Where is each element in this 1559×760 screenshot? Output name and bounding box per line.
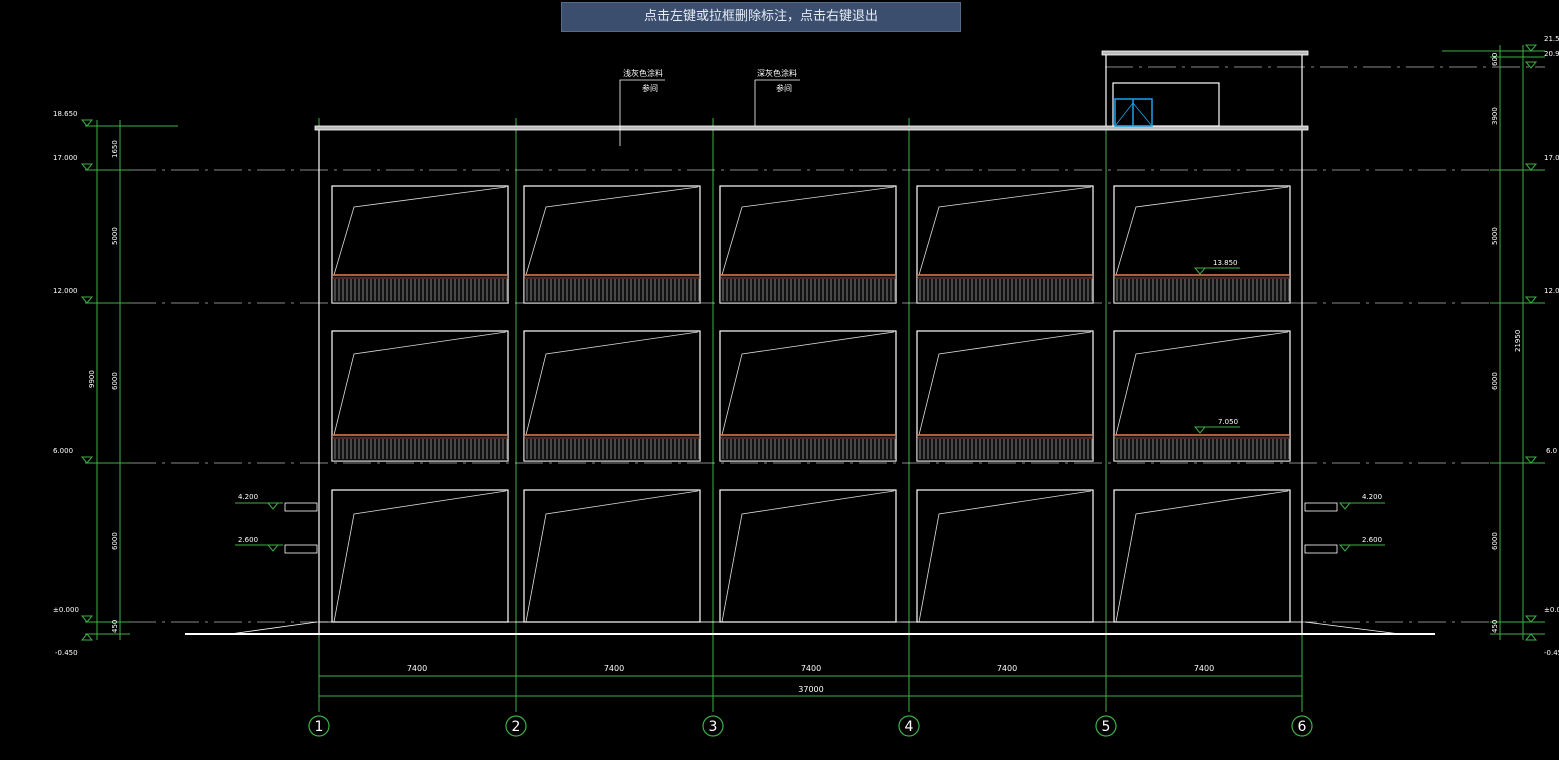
step-level-4200-left: 4.200 <box>238 493 258 501</box>
railing <box>1113 434 1291 462</box>
bay-panels <box>331 185 1291 623</box>
window-opening <box>523 489 701 623</box>
material-notes: 浅灰色涂料 参间 深灰色涂料 参间 <box>619 68 800 146</box>
window-opening <box>916 489 1094 623</box>
sash-line <box>333 331 507 436</box>
right-elev-0000: ±0.00 <box>1544 606 1559 614</box>
left-floor-height-labels: 1650 5000 6000 6000 450 9900 <box>88 140 119 633</box>
right-elev-minus0450: -0.45 <box>1544 649 1559 657</box>
left-elev-minus0450: -0.450 <box>55 649 78 657</box>
left-elev-12000: 12.000 <box>53 287 78 295</box>
sash-line <box>918 331 1092 436</box>
sash-line <box>918 490 1092 623</box>
railing <box>1113 274 1291 304</box>
right-fh-6000a: 6000 <box>1491 372 1499 390</box>
left-elevation-labels: 18.650 17.000 12.000 6.000 ±0.000 -0.450… <box>53 110 258 657</box>
railing <box>719 274 897 304</box>
axis-label-4: 4 <box>905 719 914 735</box>
axis-label-3: 3 <box>709 719 718 735</box>
railing <box>331 274 509 304</box>
note-1-line2: 参间 <box>642 83 658 93</box>
bay-dim-2: 7400 <box>604 664 624 673</box>
bay-dim-3: 7400 <box>801 664 821 673</box>
right-fh-450: 450 <box>1491 620 1499 633</box>
note-2-line1: 深灰色涂料 <box>757 68 797 78</box>
sash-line <box>721 490 895 623</box>
sash-line <box>1115 490 1289 623</box>
railing <box>523 274 701 304</box>
window-opening <box>719 489 897 623</box>
step-level-2600-left: 2.600 <box>238 536 258 544</box>
left-fh-1650: 1650 <box>111 140 119 158</box>
railing <box>916 274 1094 304</box>
step-level-2600-right: 2.600 <box>1362 536 1382 544</box>
bay-dim-4: 7400 <box>997 664 1017 673</box>
left-elev-0000: ±0.000 <box>53 606 79 614</box>
right-elev-20900: 20.90 <box>1544 50 1559 58</box>
right-elev-21500: 21.50 <box>1544 35 1559 43</box>
canopy-level-7050: 7.050 <box>1218 418 1238 426</box>
railing <box>719 434 897 462</box>
sash-line <box>333 186 507 276</box>
axis-bubbles <box>308 715 1313 737</box>
bay-dimension-labels: 7400 7400 7400 7400 7400 37000 <box>407 664 1214 694</box>
left-elev-6000: 6.000 <box>53 447 73 455</box>
sash-line <box>918 186 1092 276</box>
left-fh-5000: 5000 <box>111 227 119 245</box>
left-fh-450: 450 <box>111 620 119 633</box>
axis-label-6: 6 <box>1298 719 1307 735</box>
railing <box>523 434 701 462</box>
axis-label-1: 1 <box>315 719 324 735</box>
axis-grid <box>318 118 1303 712</box>
cad-drawing-canvas[interactable]: 浅灰色涂料 参间 深灰色涂料 参间 18.650 17.000 12.000 6… <box>0 0 1559 760</box>
bay-dim-5: 7400 <box>1194 664 1214 673</box>
door-icon <box>1114 98 1153 127</box>
left-total-height: 9900 <box>88 370 96 388</box>
sash-line <box>1115 331 1289 436</box>
sash-line <box>525 186 699 276</box>
right-elev-12000: 12.00 <box>1544 287 1559 295</box>
axis-labels: 1 2 3 4 5 6 <box>315 719 1307 735</box>
sash-line <box>525 490 699 623</box>
bay-dim-1: 7400 <box>407 664 427 673</box>
right-fh-3900: 3900 <box>1491 107 1499 125</box>
left-elev-17000: 17.000 <box>53 154 78 162</box>
right-fh-5000: 5000 <box>1491 227 1499 245</box>
sash-line <box>525 331 699 436</box>
step-level-4200-right: 4.200 <box>1362 493 1382 501</box>
sash-line <box>1115 186 1289 276</box>
canopy-level-13850: 13.850 <box>1213 259 1238 267</box>
window-opening <box>1113 489 1291 623</box>
right-elev-6000: 6.0 <box>1546 447 1557 455</box>
command-hint-banner: 点击左键或拉框删除标注，点击右键退出 <box>561 2 961 32</box>
level-lines <box>85 66 1545 623</box>
sash-line <box>721 331 895 436</box>
note-1-line1: 浅灰色涂料 <box>623 68 663 78</box>
left-elev-18650: 18.650 <box>53 110 78 118</box>
sash-line <box>333 490 507 623</box>
railing <box>916 434 1094 462</box>
overall-dimension: 37000 <box>798 685 823 694</box>
sash-line <box>721 186 895 276</box>
right-fh-6000b: 6000 <box>1491 532 1499 550</box>
right-fh-600: 600 <box>1491 53 1499 66</box>
axis-label-2: 2 <box>512 719 521 735</box>
left-fh-6000b: 6000 <box>111 532 119 550</box>
right-elev-17000: 17.00 <box>1544 154 1559 162</box>
note-2-line2: 参间 <box>776 83 792 93</box>
window-opening <box>331 489 509 623</box>
axis-label-5: 5 <box>1102 719 1111 735</box>
right-floor-height-labels: 600 3900 5000 6000 6000 450 21950 <box>1491 53 1522 633</box>
right-total-height: 21950 <box>1514 330 1522 352</box>
railing <box>331 434 509 462</box>
building-facade <box>185 50 1435 635</box>
left-fh-6000a: 6000 <box>111 372 119 390</box>
